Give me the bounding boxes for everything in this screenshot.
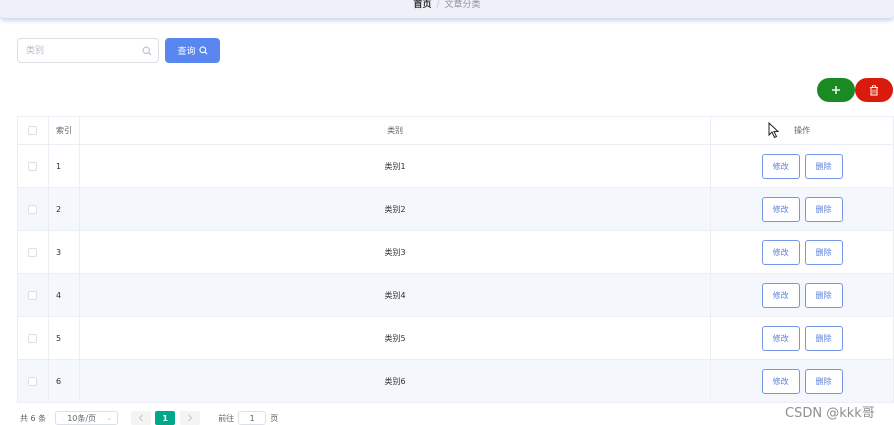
table-row: 5 类别5 修改 删除: [18, 317, 894, 360]
row-index: 1: [49, 145, 80, 187]
row-actions: 修改 删除: [711, 188, 894, 230]
category-table: 索引 类别 操作 1 类别1 修改 删除 2 类别2 修改 删除 3 类别3 修…: [17, 116, 894, 403]
row-checkbox-cell: [18, 274, 49, 316]
plus-icon: [832, 86, 840, 94]
edit-button[interactable]: 修改: [761, 196, 800, 222]
row-checkbox-cell: [18, 317, 49, 359]
header-actions: 操作: [711, 117, 894, 144]
page-size-value: 10条/页: [67, 413, 97, 423]
search-icon: [142, 46, 152, 56]
row-category: 类别3: [80, 231, 712, 273]
edit-button[interactable]: 修改: [761, 239, 800, 265]
row-index: 3: [49, 231, 80, 273]
row-index: 6: [49, 360, 80, 402]
table-row: 2 类别2 修改 删除: [18, 188, 894, 231]
delete-button[interactable]: 删除: [804, 153, 843, 179]
edit-button[interactable]: 修改: [761, 153, 800, 179]
header-index: 索引: [49, 117, 80, 144]
mouse-cursor-icon: [768, 122, 780, 139]
row-actions: 修改 删除: [711, 317, 894, 359]
pagination-total: 共 6 条: [20, 413, 47, 423]
breadcrumb: 首页 / 文章分类: [0, 0, 894, 12]
header-category: 类别: [80, 117, 712, 144]
chevron-down-icon: ⌄: [106, 414, 113, 422]
row-actions: 修改 删除: [711, 231, 894, 273]
search-input[interactable]: [26, 43, 136, 59]
row-checkbox-cell: [18, 188, 49, 230]
row-index: 4: [49, 274, 80, 316]
delete-button[interactable]: 删除: [804, 325, 843, 351]
table-header-row: 索引 类别 操作: [18, 117, 894, 145]
top-bar: 首页 / 文章分类: [0, 0, 894, 19]
row-checkbox-cell: [18, 145, 49, 187]
row-checkbox[interactable]: [28, 290, 38, 300]
goto-label: 前往: [218, 413, 235, 423]
row-index: 5: [49, 317, 80, 359]
table-row: 3 类别3 修改 删除: [18, 231, 894, 274]
delete-button[interactable]: 删除: [804, 239, 843, 265]
table-row: 6 类别6 修改 删除: [18, 360, 894, 403]
row-category: 类别4: [80, 274, 712, 316]
chevron-right-icon: [188, 414, 193, 422]
row-category: 类别5: [80, 317, 712, 359]
next-page-button[interactable]: [180, 411, 201, 425]
row-checkbox[interactable]: [28, 333, 38, 343]
row-checkbox[interactable]: [28, 161, 38, 171]
row-category: 类别1: [80, 145, 712, 187]
watermark: CSDN @kkk哥: [785, 406, 875, 421]
prev-page-button[interactable]: [131, 411, 152, 425]
row-checkbox-cell: [18, 360, 49, 402]
row-checkbox[interactable]: [28, 204, 38, 214]
select-all-checkbox[interactable]: [28, 126, 38, 135]
row-category: 类别2: [80, 188, 712, 230]
query-button[interactable]: 查询: [165, 38, 220, 63]
search-icon: [198, 46, 207, 55]
delete-button[interactable]: 删除: [804, 282, 843, 308]
header-checkbox-cell: [18, 117, 49, 144]
edit-button[interactable]: 修改: [761, 282, 800, 308]
row-index: 2: [49, 188, 80, 230]
goto-suffix: 页: [270, 413, 279, 423]
breadcrumb-separator: /: [436, 0, 440, 10]
delete-button[interactable]: 删除: [804, 196, 843, 222]
edit-button[interactable]: 修改: [761, 325, 800, 351]
breadcrumb-current: 文章分类: [444, 0, 481, 10]
batch-delete-button[interactable]: [855, 78, 893, 102]
pagination: 共 6 条 10条/页 ⌄ 1 前往 页: [20, 411, 278, 425]
row-category: 类别6: [80, 360, 712, 402]
page-number-current[interactable]: 1: [155, 411, 176, 425]
row-checkbox[interactable]: [28, 376, 38, 386]
row-actions: 修改 删除: [711, 360, 894, 402]
table-row: 4 类别4 修改 删除: [18, 274, 894, 317]
row-actions: 修改 删除: [711, 145, 894, 187]
row-actions: 修改 删除: [711, 274, 894, 316]
add-button[interactable]: [817, 78, 855, 102]
row-checkbox[interactable]: [28, 247, 38, 257]
trash-icon: [870, 84, 878, 95]
row-checkbox-cell: [18, 231, 49, 273]
delete-button[interactable]: 删除: [804, 368, 843, 394]
page-size-select[interactable]: 10条/页 ⌄: [55, 411, 119, 425]
goto-page-input[interactable]: [238, 411, 267, 425]
search-box: [17, 38, 159, 63]
query-button-label: 查询: [177, 47, 196, 57]
chevron-left-icon: [138, 414, 144, 422]
breadcrumb-home[interactable]: 首页: [413, 0, 431, 10]
edit-button[interactable]: 修改: [761, 368, 800, 394]
table-row: 1 类别1 修改 删除: [18, 145, 894, 188]
